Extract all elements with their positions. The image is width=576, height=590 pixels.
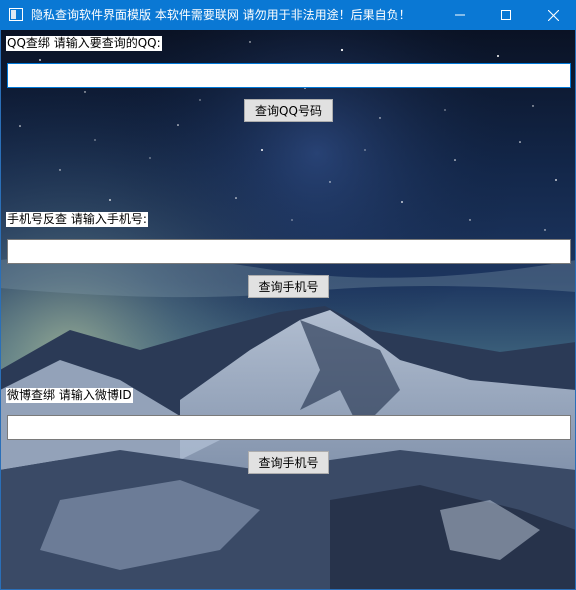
minimize-icon — [455, 14, 465, 16]
title-bar[interactable]: 隐私查询软件界面模版 本软件需要联网 请勿用于非法用途！后果自负！ — [0, 0, 576, 30]
window-title: 隐私查询软件界面模版 本软件需要联网 请勿用于非法用途！后果自负！ — [31, 8, 411, 22]
query-phone-button[interactable]: 查询手机号 — [248, 275, 329, 298]
query-qq-button[interactable]: 查询QQ号码 — [244, 99, 333, 122]
weibo-id-input[interactable] — [7, 415, 571, 440]
phone-query-label: 手机号反查 请输入手机号: — [6, 212, 148, 227]
maximize-icon — [501, 10, 511, 20]
weibo-query-label: 微博查绑 请输入微博ID — [6, 388, 133, 403]
qq-query-label: QQ查绑 请输入要查询的QQ: — [6, 36, 162, 51]
app-window-icon — [9, 8, 23, 21]
maximize-button[interactable] — [483, 0, 529, 30]
phone-number-input[interactable] — [7, 239, 571, 264]
query-weibo-button[interactable]: 查询手机号 — [248, 451, 329, 474]
close-button[interactable] — [530, 0, 576, 30]
close-icon — [547, 9, 559, 21]
app-window: 隐私查询软件界面模版 本软件需要联网 请勿用于非法用途！后果自负！ QQ查绑 请… — [0, 0, 576, 590]
qq-number-input[interactable] — [7, 63, 571, 88]
minimize-button[interactable] — [437, 0, 483, 30]
